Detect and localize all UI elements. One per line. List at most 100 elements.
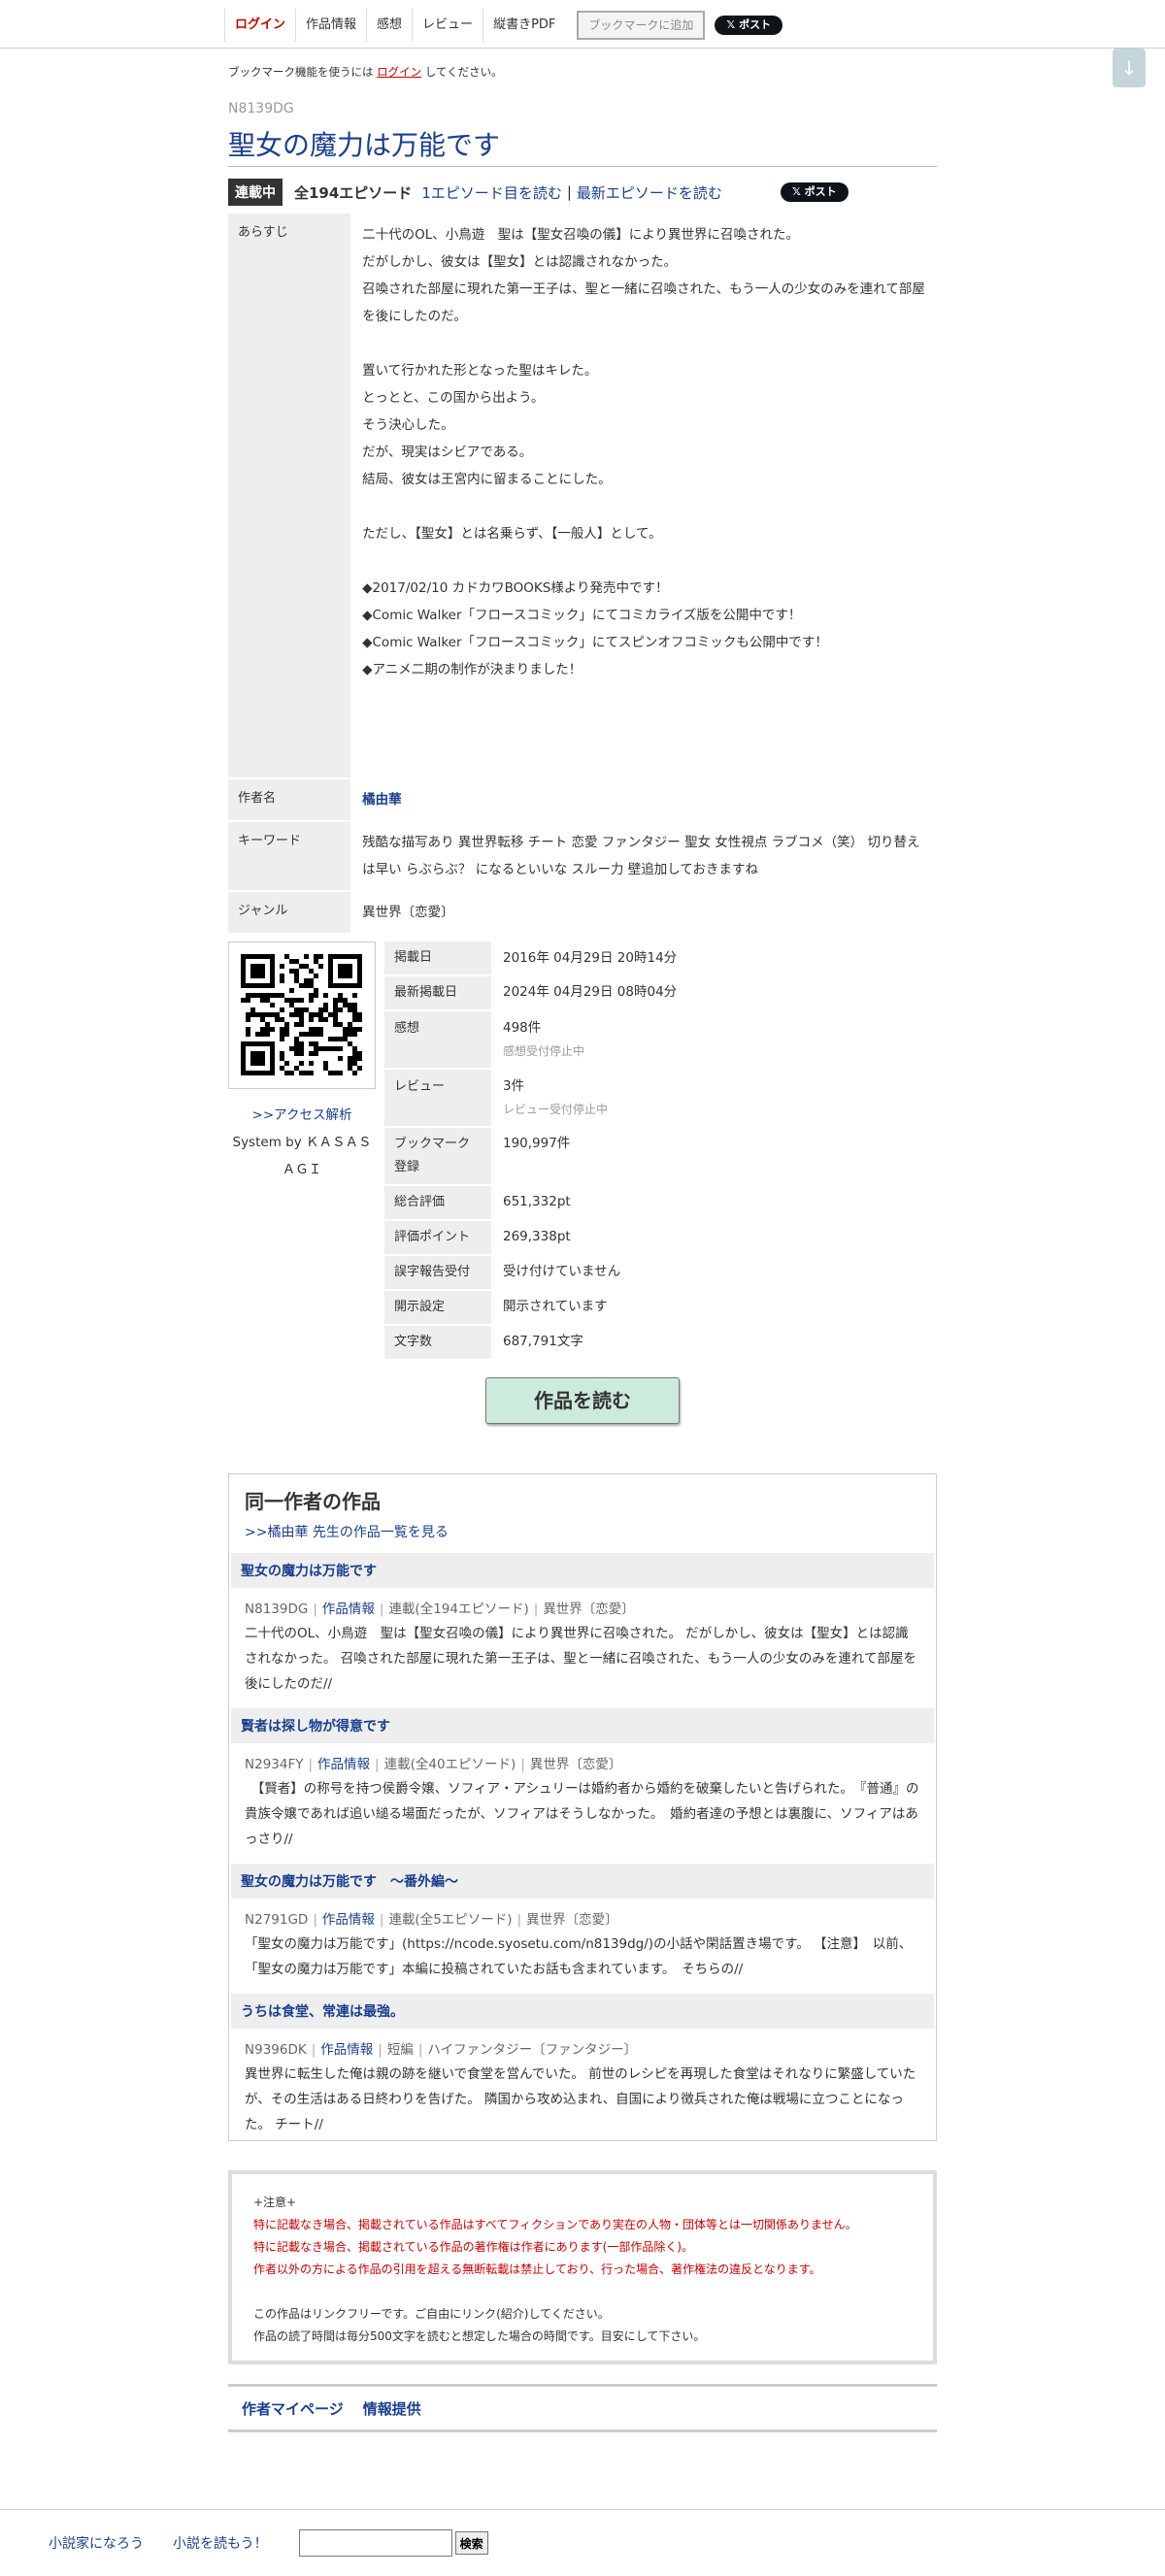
nav-login[interactable]: ログイン — [224, 9, 295, 42]
work-item-title[interactable]: 聖女の魔力は万能です — [241, 1564, 377, 1579]
qr-module — [352, 1032, 357, 1037]
qr-module — [250, 1007, 255, 1012]
qr-module — [309, 983, 314, 988]
work-ncode: N8139DG — [228, 101, 294, 116]
work-item-info-link[interactable]: 作品情報 — [322, 1602, 375, 1617]
keyword-label: キーワード — [228, 821, 351, 892]
access-analysis-link[interactable]: >>アクセス解析 — [252, 1107, 352, 1123]
qr-module — [280, 1037, 284, 1041]
qr-module — [270, 1003, 275, 1007]
work-item-type: 短編 — [386, 2042, 414, 2058]
nav-work-info[interactable]: 作品情報 — [295, 9, 366, 42]
notice-fiction: 特に記載なき場合、掲載されている作品はすべてフィクションであり実在の人物・団体等… — [253, 2218, 857, 2231]
author-row: 作者名 橘由華 — [228, 778, 937, 822]
qr-module — [250, 993, 255, 998]
synopsis-label: あらすじ — [228, 214, 351, 779]
qr-module — [333, 1007, 338, 1012]
arrow-down-icon: ↓ — [1120, 56, 1138, 80]
x-post-button[interactable]: 𝕏 ポスト — [715, 16, 783, 35]
qr-module — [348, 1056, 352, 1061]
qr-module — [314, 1027, 318, 1032]
work-item-info-link[interactable]: 作品情報 — [320, 2042, 373, 2058]
footer-site-link[interactable]: 小説家になろう — [49, 2533, 144, 2553]
read-work-button[interactable]: 作品を読む — [485, 1377, 680, 1424]
stat-row: 感想 498件 感想受付停止中 — [384, 1010, 928, 1070]
meta-divider: | — [516, 1912, 522, 1928]
stat-row: ブックマーク登録 190,997件 — [384, 1127, 928, 1186]
qr-module — [304, 1007, 309, 1012]
qr-module — [338, 1046, 343, 1051]
stat-value: 498件 — [503, 1020, 542, 1036]
work-item-genre: ハイファンタジー〔ファンタジー〕 — [427, 2042, 638, 2058]
qr-module — [343, 998, 348, 1003]
nav-impressions[interactable]: 感想 — [366, 9, 412, 42]
qr-module — [299, 998, 304, 1003]
qr-module — [280, 964, 284, 969]
qr-module — [304, 964, 309, 969]
bookmark-login-link[interactable]: ログイン — [377, 65, 421, 79]
x-post-button-2[interactable]: 𝕏 ポスト — [780, 182, 849, 202]
qr-module — [338, 993, 343, 998]
qr-module — [284, 1071, 289, 1075]
work-item: 聖女の魔力は万能です ～番外編～ N2791GD | 作品情報 | 連載(全5エピソード)… — [231, 1864, 934, 1982]
qr-module — [265, 1022, 270, 1027]
search-button[interactable]: 検索 — [454, 2531, 488, 2555]
stat-label: 誤字報告受付 — [384, 1255, 491, 1291]
nav-vertical-pdf[interactable]: 縦書きPDF — [483, 9, 565, 42]
meta-divider: | — [311, 2042, 316, 2058]
page-scroll-down-button[interactable]: ↓ — [1113, 49, 1146, 87]
synopsis-text: 二十代のOL、小鳥遊 聖は【聖女召喚の儀】により異世界に召喚された。 だがしかし… — [362, 227, 925, 677]
stat-value: 開示されています — [503, 1299, 608, 1314]
stat-label: レビュー — [384, 1069, 491, 1128]
qr-module — [294, 978, 299, 983]
work-item: 賢者は探し物が得意です N2934FY | 作品情報 | 連載(全40エピソード) | 異世界… — [231, 1708, 934, 1852]
work-item-meta: N2791GD | 作品情報 | 連載(全5エピソード) | 異世界〔恋愛〕 — [231, 1899, 934, 1928]
add-bookmark-button[interactable]: ブックマークに追加 — [577, 11, 706, 40]
work-item-info-link[interactable]: 作品情報 — [317, 1757, 370, 1772]
qr-module — [309, 1027, 314, 1032]
keyword-list: 残酷な描写あり 異世界転移 チート 恋愛 ファンタジー 聖女 女性視点 ラブコメ… — [362, 835, 920, 877]
work-item-title[interactable]: 聖女の魔力は万能です ～番外編～ — [241, 1874, 458, 1890]
qr-module — [333, 1037, 338, 1041]
qr-module — [304, 983, 309, 988]
same-author-heading: 同一作者の作品 — [245, 1490, 381, 1513]
author-link[interactable]: 橘由華 — [362, 792, 402, 808]
work-item-info-link[interactable]: 作品情報 — [322, 1912, 375, 1928]
stat-value: 受け付けていません — [503, 1264, 621, 1279]
work-item-title[interactable]: うちは食堂、常連は最強。 — [241, 2004, 404, 2020]
qr-module — [309, 1012, 314, 1017]
info-report-link[interactable]: 情報提供 — [363, 2398, 421, 2419]
work-info-table: あらすじ 二十代のOL、小鳥遊 聖は【聖女召喚の儀】により異世界に召喚された。 … — [228, 214, 937, 935]
stat-value: 687,791文字 — [503, 1334, 583, 1349]
latest-episode-link[interactable]: 最新エピソードを読む — [577, 182, 722, 203]
meta-divider: | — [379, 1602, 384, 1617]
bookmark-note-post: してください。 — [424, 65, 503, 79]
work-item-genre: 異世界〔恋愛〕 — [543, 1602, 635, 1617]
qr-module — [309, 969, 314, 974]
footer-read-link[interactable]: 小説を読もう！ — [173, 2533, 268, 2553]
see-all-works-link[interactable]: >>橘由華 先生の作品一覧を見る — [245, 1522, 934, 1541]
author-mypage-link[interactable]: 作者マイページ — [242, 2398, 344, 2419]
work-item-title[interactable]: 賢者は探し物が得意です — [241, 1719, 390, 1734]
qr-module — [294, 1007, 299, 1012]
qr-module — [299, 1071, 304, 1075]
status-badge: 連載中 — [228, 179, 283, 206]
nav-review[interactable]: レビュー — [412, 9, 483, 42]
work-item-type: 連載(全5エピソード) — [388, 1912, 513, 1928]
qr-module — [294, 1046, 299, 1051]
qr-module — [289, 1046, 294, 1051]
qr-module — [309, 1032, 314, 1037]
stat-label: 最新掲載日 — [384, 975, 491, 1011]
stat-value-cell: 651,332pt — [491, 1185, 928, 1220]
qr-module — [299, 1046, 304, 1051]
x-post-label: ポスト — [804, 185, 837, 198]
first-episode-link[interactable]: 1エピソード目を読む — [421, 182, 562, 203]
search-input[interactable] — [298, 2529, 452, 2557]
qr-module — [246, 1027, 250, 1032]
qr-module — [348, 1007, 352, 1012]
qr-module — [343, 1032, 348, 1037]
work-item-summary: 異世界に転生した俺は親の跡を継いで食堂を営んでいた。 前世のレシピを再現した食堂… — [245, 2066, 916, 2132]
stat-row: 開示設定 開示されています — [384, 1290, 928, 1326]
qr-module — [348, 1003, 352, 1007]
qr-module — [357, 1056, 362, 1061]
